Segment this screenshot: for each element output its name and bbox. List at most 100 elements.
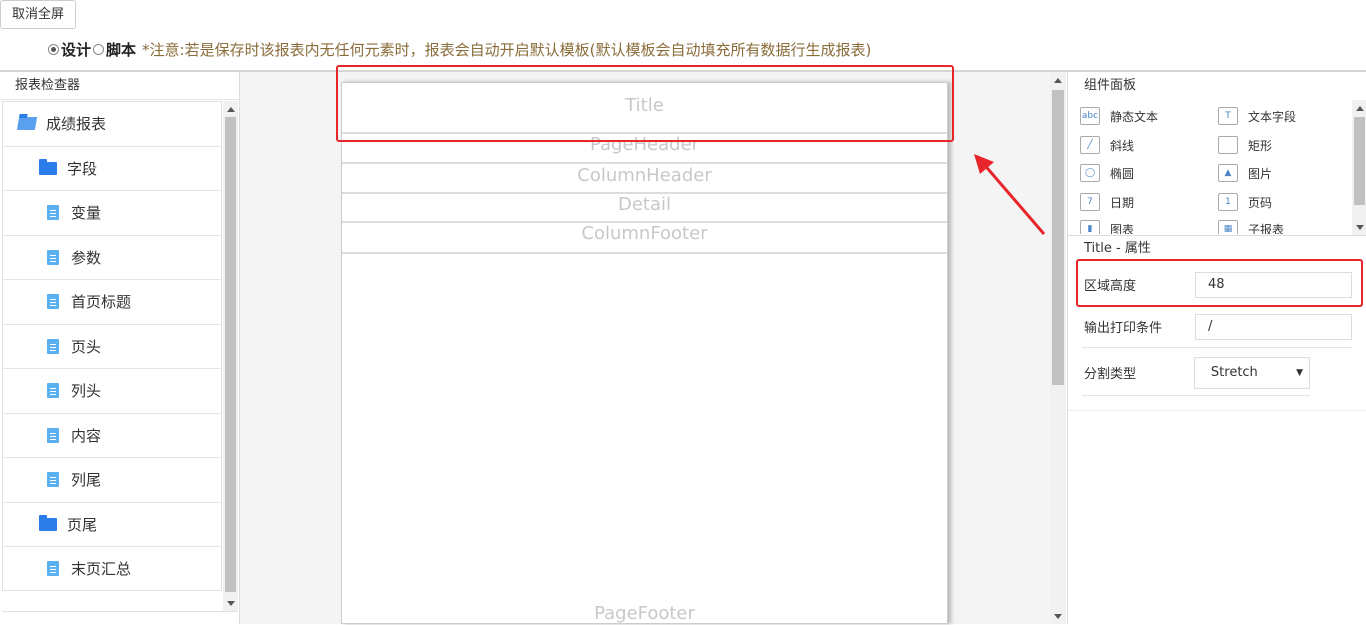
file-icon: [47, 427, 59, 443]
tree-item-label: 列头: [71, 382, 102, 401]
prop-row-split-type: 分割类型 Stretch ▼: [1082, 350, 1310, 396]
title-band-highlight: [336, 65, 954, 142]
file-icon: [47, 561, 59, 577]
component-label: 图片: [1248, 166, 1273, 181]
image-icon: ▲: [1218, 164, 1238, 182]
band-detail[interactable]: Detail: [342, 194, 947, 223]
component-rectangle[interactable]: 矩形: [1218, 134, 1272, 156]
chart-icon: ▮: [1080, 220, 1100, 234]
component-grid: abc 静态文本 T 文本字段 ╱ 斜线 矩形 ◯ 椭圆 ▲ 图片 7 日期 1: [1068, 102, 1351, 234]
tree-item-label: 成绩报表: [46, 115, 107, 134]
scroll-up-icon[interactable]: [1356, 106, 1364, 111]
file-icon: [47, 249, 59, 265]
date-icon: 7: [1080, 193, 1100, 211]
red-arrow-annotation: [974, 154, 1046, 235]
diagonal-line-icon: ╱: [1080, 136, 1100, 154]
file-icon: [47, 205, 59, 221]
print-condition-input[interactable]: [1195, 313, 1352, 340]
file-icon: [47, 383, 59, 399]
component-image[interactable]: ▲ 图片: [1218, 162, 1272, 184]
split-type-select[interactable]: Stretch ▼: [1193, 356, 1310, 389]
tree-item-variables[interactable]: 变量: [3, 191, 221, 236]
band-column-header[interactable]: ColumnHeader: [342, 164, 947, 194]
component-label: 日期: [1110, 195, 1135, 210]
inspector-tree: 成绩报表 字段 变量 参数 首页标题 页头 列头 内容 列尾 页尾 末页汇总: [2, 101, 222, 591]
folder-icon: [39, 158, 57, 175]
properties-title: Title - 属性: [1068, 235, 1366, 260]
file-icon: [47, 294, 59, 310]
inspector-scrollbar[interactable]: [223, 101, 238, 611]
design-canvas: Title PageHeader ColumnHeader Detail Col…: [240, 65, 1066, 624]
print-condition-label: 输出打印条件: [1084, 321, 1163, 336]
report-page: Title PageHeader ColumnHeader Detail Col…: [341, 82, 948, 624]
exit-fullscreen-button[interactable]: 取消全屏: [0, 0, 77, 29]
page-number-icon: 1: [1218, 193, 1238, 211]
band-column-footer[interactable]: ColumnFooter: [342, 223, 947, 254]
component-label: 矩形: [1248, 138, 1273, 153]
tree-item-label: 末页汇总: [71, 560, 132, 579]
split-type-label: 分割类型: [1084, 367, 1137, 382]
script-label[interactable]: 脚本: [106, 39, 136, 60]
component-label: 静态文本: [1110, 109, 1159, 124]
tree-item-label: 页头: [71, 337, 102, 356]
component-scrollbar[interactable]: [1352, 100, 1366, 235]
design-radio[interactable]: [48, 43, 59, 55]
design-label[interactable]: 设计: [61, 39, 91, 60]
scroll-down-icon[interactable]: [227, 601, 235, 606]
component-diagonal-line[interactable]: ╱ 斜线: [1080, 134, 1134, 156]
component-ellipse[interactable]: ◯ 椭圆: [1080, 162, 1134, 184]
inspector-title: 报表检查器: [0, 72, 239, 100]
component-date[interactable]: 7 日期: [1080, 191, 1134, 213]
text-field-icon: T: [1218, 107, 1238, 125]
script-radio[interactable]: [93, 43, 105, 55]
tree-item-parameters[interactable]: 参数: [3, 236, 221, 280]
scrollbar-thumb[interactable]: [225, 117, 236, 592]
tree-item-page-header[interactable]: 页头: [3, 325, 221, 369]
scrollbar-thumb[interactable]: [1052, 90, 1064, 385]
subreport-icon: ▦: [1218, 220, 1238, 234]
properties-bottom-line: [1068, 410, 1366, 411]
tree-item-label: 页尾: [67, 515, 98, 534]
component-label: 斜线: [1110, 138, 1135, 153]
tree-item-report[interactable]: 成绩报表: [3, 102, 221, 147]
file-icon: [47, 338, 59, 354]
tree-item-summary[interactable]: 末页汇总: [3, 547, 221, 590]
tree-item-label: 内容: [71, 426, 102, 445]
scroll-down-icon[interactable]: [1356, 225, 1364, 230]
component-label: 图表: [1110, 222, 1135, 235]
tree-item-column-footer[interactable]: 列尾: [3, 458, 221, 503]
component-chart[interactable]: ▮ 图表: [1080, 218, 1134, 234]
component-page-number[interactable]: 1 页码: [1218, 191, 1272, 213]
tree-item-label: 首页标题: [71, 293, 132, 312]
mode-bar: 设计 脚本 *注意:若是保存时该报表内无任何元素时，报表会自动开启默认模板(默认…: [48, 38, 871, 60]
static-text-icon: abc: [1080, 107, 1100, 125]
canvas-scrollbar[interactable]: [1050, 72, 1066, 624]
tree-item-page-footer[interactable]: 页尾: [3, 503, 221, 547]
component-text-field[interactable]: T 文本字段: [1218, 105, 1296, 127]
split-type-value: Stretch: [1210, 365, 1258, 380]
component-static-text[interactable]: abc 静态文本: [1080, 105, 1158, 127]
dropdown-caret-icon: ▼: [1296, 367, 1303, 378]
band-page-footer[interactable]: PageFooter: [342, 603, 947, 625]
component-label: 文本字段: [1248, 109, 1297, 124]
report-inspector-panel: 报表检查器 成绩报表 字段 变量 参数 首页标题 页头 列头 内容 列尾 页尾 …: [0, 72, 240, 624]
tree-item-title[interactable]: 首页标题: [3, 280, 221, 325]
scroll-down-icon[interactable]: [1054, 614, 1062, 619]
file-icon: [47, 472, 59, 488]
component-label: 椭圆: [1110, 166, 1135, 181]
scrollbar-thumb[interactable]: [1354, 117, 1365, 205]
ellipse-icon: ◯: [1080, 164, 1100, 182]
scroll-up-icon[interactable]: [227, 107, 235, 112]
tree-item-column-header[interactable]: 列头: [3, 369, 221, 414]
component-subreport[interactable]: ▦ 子报表: [1218, 218, 1284, 234]
height-row-highlight: [1076, 259, 1363, 307]
tree-item-detail[interactable]: 内容: [3, 414, 221, 458]
scroll-up-icon[interactable]: [1054, 78, 1062, 83]
arrow-shaft: [980, 161, 1046, 235]
tree-item-fields[interactable]: 字段: [3, 147, 221, 191]
inspector-bottom-edge: [2, 611, 238, 624]
component-label: 子报表: [1248, 222, 1285, 235]
rectangle-icon: [1218, 136, 1238, 154]
component-panel-title: 组件面板: [1084, 78, 1137, 93]
prop-row-print-condition: 输出打印条件: [1082, 306, 1352, 348]
